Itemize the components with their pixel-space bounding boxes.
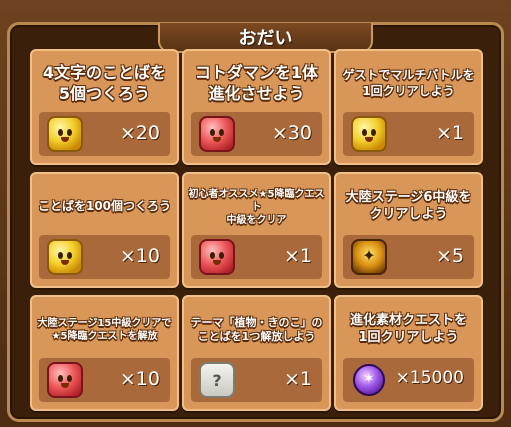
red-kotodaman-icon	[199, 116, 235, 152]
reward-quantity: ×10	[119, 245, 160, 267]
quest-board: おだい 4文字のことばを 5個つくろう ×20 コトダマンを1体 進化させよう …	[7, 22, 504, 422]
red-kotodaman-icon	[47, 362, 83, 398]
reward-bar: ✶ ×15000	[343, 358, 474, 402]
yellow-kotodaman-icon	[351, 116, 387, 152]
yellow-kotodaman-icon	[47, 239, 83, 275]
mystery-egg-icon: ?	[199, 362, 235, 398]
quest-card[interactable]: 大陸ステージ15中級クリアで ★5降臨クエストを解放 ×10	[30, 295, 179, 411]
reward-bar: ×20	[39, 112, 170, 156]
gold-kotodaman-icon: ✦	[351, 239, 387, 275]
quest-card[interactable]: コトダマンを1体 進化させよう ×30	[182, 49, 331, 165]
quest-card[interactable]: 大陸ステージ6中級を クリアしよう ✦ ×5	[334, 172, 483, 288]
reward-bar: ×10	[39, 358, 170, 402]
quest-card[interactable]: ことばを100個つくろう ×10	[30, 172, 179, 288]
reward-bar: ×1	[343, 112, 474, 156]
reward-quantity: ×1	[435, 122, 464, 144]
quest-title: 大陸ステージ6中級を クリアしよう	[345, 190, 472, 222]
quest-title: 進化素材クエストを 1回クリアしよう	[349, 313, 467, 345]
quest-title: 初心者オススメ★5降臨クエスト 中級をクリア	[188, 188, 325, 226]
reward-bar: ? ×1	[191, 358, 322, 402]
reward-quantity: ×1	[283, 245, 312, 267]
reward-bar: ✦ ×5	[343, 235, 474, 279]
reward-bar: ×1	[191, 235, 322, 279]
quest-title: テーマ「植物・きのこ」の ことばを1つ解放しよう	[190, 315, 323, 343]
quest-title: コトダマンを1体 進化させよう	[194, 63, 319, 103]
reward-quantity: ×15000	[395, 368, 464, 388]
reward-quantity: ×30	[271, 122, 312, 144]
quest-card[interactable]: 初心者オススメ★5降臨クエスト 中級をクリア ×1	[182, 172, 331, 288]
quest-title: ゲストでマルチバトルを 1回クリアしよう	[342, 68, 475, 98]
reward-quantity: ×5	[435, 245, 464, 267]
purple-orb-icon: ✶	[353, 364, 385, 396]
reward-bar: ×30	[191, 112, 322, 156]
quest-title: ことばを100個つくろう	[37, 199, 172, 214]
reward-quantity: ×1	[283, 368, 312, 390]
yellow-kotodaman-icon	[47, 116, 83, 152]
quest-panel: おだい 4文字のことばを 5個つくろう ×20 コトダマンを1体 進化させよう …	[0, 0, 511, 427]
reward-bar: ×10	[39, 235, 170, 279]
red-kotodaman-icon	[199, 239, 235, 275]
quest-title: 大陸ステージ15中級クリアで ★5降臨クエストを解放	[37, 318, 172, 342]
reward-quantity: ×20	[119, 122, 160, 144]
quest-card[interactable]: ゲストでマルチバトルを 1回クリアしよう ×1	[334, 49, 483, 165]
quest-title: 4文字のことばを 5個つくろう	[42, 63, 167, 103]
quest-card[interactable]: 4文字のことばを 5個つくろう ×20	[30, 49, 179, 165]
reward-quantity: ×10	[119, 368, 160, 390]
quest-card[interactable]: テーマ「植物・きのこ」の ことばを1つ解放しよう ? ×1	[182, 295, 331, 411]
quest-card[interactable]: 進化素材クエストを 1回クリアしよう ✶ ×15000	[334, 295, 483, 411]
